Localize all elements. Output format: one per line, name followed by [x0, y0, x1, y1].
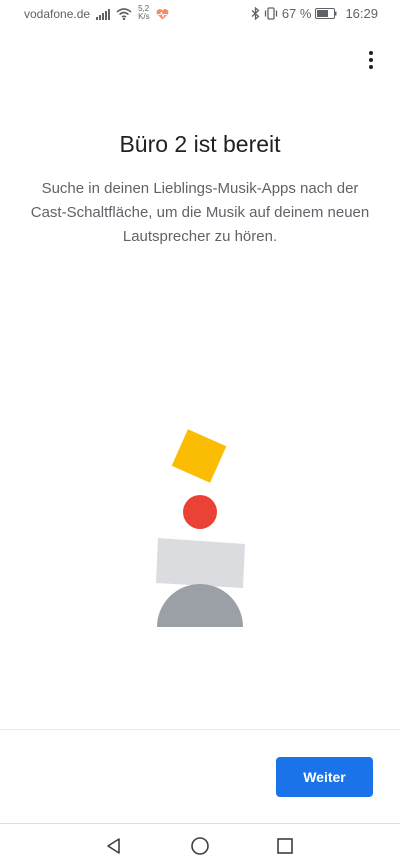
navigation-bar [0, 824, 400, 867]
home-icon[interactable] [188, 834, 212, 858]
battery-icon [315, 8, 337, 19]
status-bar-left: vodafone.de 5,2 K/s [24, 5, 169, 21]
battery-percent: 67 % [281, 6, 312, 21]
page-title: Büro 2 ist bereit [119, 131, 281, 157]
clock: 16:29 [345, 6, 378, 21]
network-speed: 5,2 K/s [138, 5, 150, 21]
illustration-square [171, 429, 227, 483]
screen: vodafone.de 5,2 K/s 67 % 16:29 Büro 2 is… [0, 0, 400, 867]
menu-dot [369, 58, 373, 62]
more-vert-icon[interactable] [360, 48, 382, 72]
page-description: Suche in deinen Lieblings-Musik-Apps nac… [30, 180, 370, 245]
footer-divider [0, 729, 400, 730]
next-button[interactable]: Weiter [276, 757, 373, 797]
vibrate-icon [264, 7, 278, 20]
speed-unit: K/s [138, 12, 150, 21]
illustration-dome [157, 584, 243, 627]
recents-icon[interactable] [273, 834, 297, 858]
speaker-ready-illustration [156, 429, 245, 627]
signal-icon [96, 8, 111, 20]
wifi-icon [116, 8, 132, 20]
status-bar: vodafone.de 5,2 K/s 67 % 16:29 [0, 0, 400, 30]
back-icon[interactable] [102, 834, 126, 858]
illustration-circle [183, 495, 217, 529]
illustration-block [156, 538, 245, 588]
status-bar-right: 67 % 16:29 [251, 6, 378, 21]
menu-dot [369, 65, 373, 69]
menu-dot [369, 51, 373, 55]
carrier-name: vodafone.de [24, 7, 91, 21]
health-icon [156, 8, 169, 20]
bluetooth-icon [251, 7, 260, 20]
